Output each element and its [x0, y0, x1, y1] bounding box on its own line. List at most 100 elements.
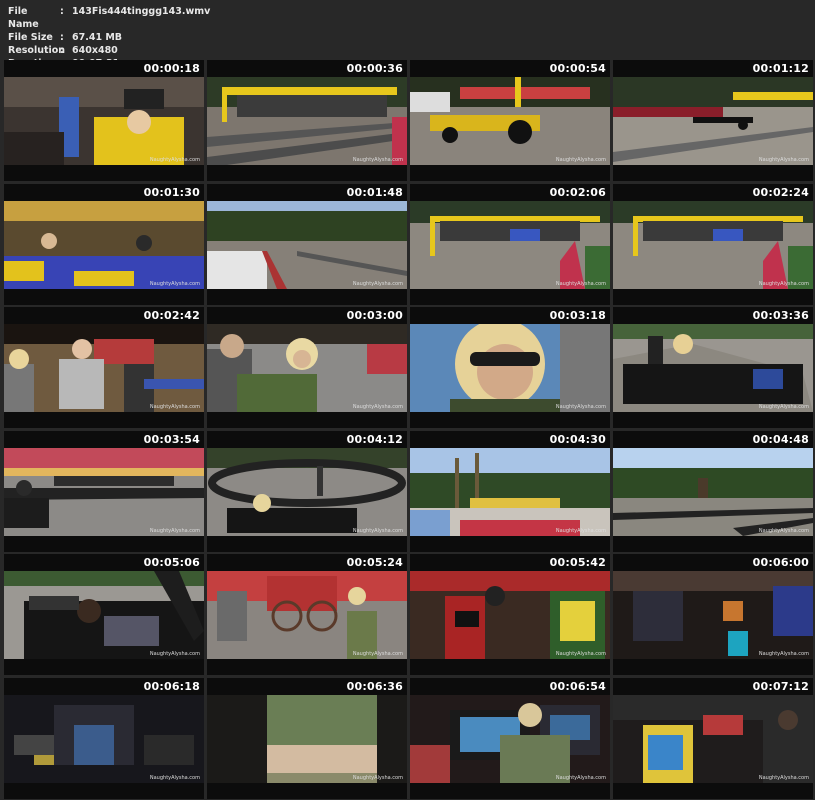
watermark-text: NaughtyAlysha.com	[555, 527, 606, 534]
watermark-text: NaughtyAlysha.com	[555, 404, 606, 410]
file-size-row: File Size : 67.41 MB	[8, 31, 210, 44]
watermark-text: NaughtyAlysha.com	[149, 651, 200, 657]
watermark-text: NaughtyAlysha.com	[149, 527, 200, 534]
thumbnail-image: NaughtyAlysha.com	[613, 694, 813, 783]
thumbnail-image: NaughtyAlysha.com	[613, 324, 813, 412]
thumbnail-image: NaughtyAlysha.com	[207, 571, 407, 659]
watermark-text: NaughtyAlysha.com	[149, 280, 200, 287]
watermark-text: NaughtyAlysha.com	[149, 157, 200, 163]
thumbnail-frame: 00:06:54 NaughtyAlysha.com	[410, 677, 610, 799]
watermark-text: NaughtyAlysha.com	[555, 651, 606, 657]
separator: :	[60, 32, 64, 43]
timestamp-label: 00:00:54	[549, 62, 606, 75]
watermark-text: NaughtyAlysha.com	[352, 404, 403, 410]
timestamp-label: 00:07:12	[752, 679, 809, 693]
timestamp-label: 00:06:36	[346, 679, 403, 693]
timestamp-label: 00:01:48	[346, 185, 403, 199]
timestamp-label: 00:05:06	[143, 556, 200, 569]
thumbnail-frame: 00:03:18 NaughtyAlysha.com	[410, 307, 610, 428]
watermark-text: NaughtyAlysha.com	[352, 527, 403, 534]
watermark-text: NaughtyAlysha.com	[352, 157, 403, 163]
timestamp-label: 00:05:42	[549, 556, 606, 569]
timestamp-label: 00:03:18	[549, 309, 606, 322]
thumbnail-frame: 00:02:24 NaughtyAlysha.com	[613, 183, 813, 305]
thumbnail-image: NaughtyAlysha.com	[613, 571, 813, 659]
thumbnail-frame: 00:01:30 NaughtyAlysha.com	[4, 183, 204, 305]
watermark-text: NaughtyAlysha.com	[758, 774, 809, 781]
file-size-label: File Size	[8, 32, 53, 43]
thumbnail-frame: 00:04:48 NaughtyAlysha.com	[613, 430, 813, 552]
timestamp-label: 00:06:00	[752, 556, 809, 569]
separator: :	[60, 6, 64, 17]
thumbnail-frame: 00:03:54 NaughtyAlysha.com	[4, 430, 204, 552]
thumbnail-image: NaughtyAlysha.com	[613, 200, 813, 289]
watermark-text: NaughtyAlysha.com	[352, 280, 403, 287]
timestamp-label: 00:04:30	[549, 432, 606, 446]
thumbnail-frame: 00:00:36 NaughtyAlysha.com	[207, 60, 407, 181]
watermark-text: NaughtyAlysha.com	[352, 774, 403, 781]
timestamp-label: 00:05:24	[346, 556, 403, 569]
thumbnail-frame: 00:03:36 NaughtyAlysha.com	[613, 307, 813, 428]
thumbnail-image: NaughtyAlysha.com	[410, 77, 610, 165]
separator: :	[60, 45, 64, 56]
timestamp-label: 00:03:36	[752, 309, 809, 322]
thumbnail-image: NaughtyAlysha.com	[207, 77, 407, 165]
file-name-row: File Name : 143Fis444tinggg143.wmv	[8, 5, 210, 31]
thumbnail-frame: 00:04:12 NaughtyAlysha.com	[207, 430, 407, 552]
thumbnail-frame: 00:04:30 NaughtyAlysha.com	[410, 430, 610, 552]
watermark-text: NaughtyAlysha.com	[758, 280, 809, 287]
timestamp-label: 00:02:24	[752, 185, 809, 199]
thumbnail-frame: 00:05:42 NaughtyAlysha.com	[410, 554, 610, 675]
thumbnail-image: NaughtyAlysha.com	[613, 77, 813, 165]
thumbnail-frame: 00:03:00 NaughtyAlysha.com	[207, 307, 407, 428]
thumbnail-frame: 00:00:18 NaughtyAlysha.com	[4, 60, 204, 181]
thumbnail-image: NaughtyAlysha.com	[410, 324, 610, 412]
thumbnail-image: NaughtyAlysha.com	[207, 324, 407, 412]
timestamp-label: 00:04:48	[752, 432, 809, 446]
timestamp-label: 00:01:30	[143, 185, 200, 199]
watermark-text: NaughtyAlysha.com	[758, 404, 809, 410]
timestamp-label: 00:00:18	[143, 62, 200, 75]
watermark-text: NaughtyAlysha.com	[555, 280, 606, 287]
thumbnail-image: NaughtyAlysha.com	[613, 447, 813, 536]
resolution-value: 640x480	[72, 45, 118, 56]
timestamp-label: 00:06:18	[143, 679, 200, 693]
file-size-value: 67.41 MB	[72, 32, 123, 43]
watermark-text: NaughtyAlysha.com	[555, 157, 606, 163]
thumbnail-image: NaughtyAlysha.com	[207, 447, 407, 536]
timestamp-label: 00:06:54	[549, 679, 606, 693]
thumbnail-frame: 00:05:06 NaughtyAlysha.com	[4, 554, 204, 675]
thumbnail-image: NaughtyAlysha.com	[410, 571, 610, 659]
thumbnail-grid: 00:00:18 NaughtyAlysha.com 00:00:36 Naughty…	[4, 60, 813, 799]
timestamp-label: 00:04:12	[346, 432, 403, 446]
thumbnail-image: NaughtyAlysha.com	[207, 694, 407, 783]
thumbnail-frame: 00:01:12 NaughtyAlysha.com	[613, 60, 813, 181]
file-name-label: File Name	[8, 6, 39, 30]
timestamp-label: 00:03:00	[346, 309, 403, 322]
thumbnail-frame: 00:06:00 NaughtyAlysha.com	[613, 554, 813, 675]
watermark-text: NaughtyAlysha.com	[758, 527, 809, 534]
thumbnail-frame: 00:00:54 NaughtyAlysha.com	[410, 60, 610, 181]
watermark-text: NaughtyAlysha.com	[758, 651, 809, 657]
thumbnail-frame: 00:02:06 NaughtyAlysha.com	[410, 183, 610, 305]
watermark-text: NaughtyAlysha.com	[149, 774, 200, 781]
thumbnail-image: NaughtyAlysha.com	[410, 694, 610, 783]
thumbnail-image: NaughtyAlysha.com	[4, 324, 204, 412]
thumbnail-image: NaughtyAlysha.com	[4, 694, 204, 783]
thumbnail-frame: 00:06:36 NaughtyAlysha.com	[207, 677, 407, 799]
thumbnail-image: NaughtyAlysha.com	[4, 77, 204, 165]
thumbnail-image: NaughtyAlysha.com	[4, 200, 204, 289]
thumbnail-image: NaughtyAlysha.com	[410, 200, 610, 289]
timestamp-label: 00:02:42	[143, 309, 200, 322]
timestamp-label: 00:03:54	[143, 432, 200, 446]
thumbnail-image: NaughtyAlysha.com	[4, 447, 204, 536]
resolution-label: Resolution	[8, 45, 66, 56]
timestamp-label: 00:01:12	[752, 62, 809, 75]
timestamp-label: 00:00:36	[346, 62, 403, 75]
thumbnail-frame: 00:02:42 NaughtyAlysha.com	[4, 307, 204, 428]
file-name-value: 143Fis444tinggg143.wmv	[72, 6, 211, 17]
watermark-text: NaughtyAlysha.com	[555, 774, 606, 781]
thumbnail-frame: 00:06:18 NaughtyAlysha.com	[4, 677, 204, 799]
thumbnail-frame: 00:05:24 NaughtyAlysha.com	[207, 554, 407, 675]
thumbnail-image: NaughtyAlysha.com	[410, 447, 610, 536]
